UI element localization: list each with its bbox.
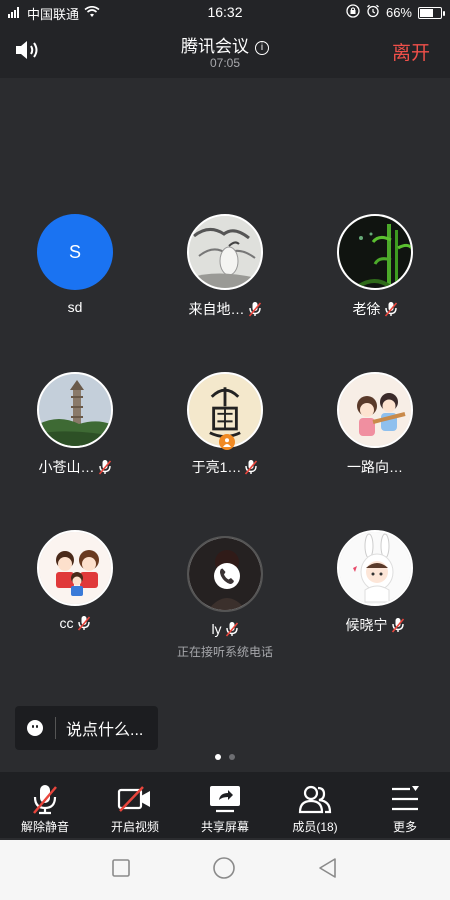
members-button[interactable]: 成员(18) (270, 772, 360, 838)
page-indicator (0, 754, 450, 760)
participant-name-row: 一路向… (300, 457, 450, 477)
mic-muted-icon (384, 301, 398, 317)
battery-icon (418, 6, 445, 19)
participant-tile[interactable]: cc (0, 530, 150, 631)
system-nav-bar (0, 840, 450, 900)
recent-apps-button[interactable] (111, 858, 131, 883)
meeting-title[interactable]: 腾讯会议 i (0, 32, 450, 57)
back-button[interactable] (317, 857, 339, 884)
participant-name: 小苍山… (38, 459, 95, 475)
meeting-screen: 中国联通 16:32 66% 腾讯会议 i 07:05 离开 S sd 来自地…… (0, 0, 450, 900)
more-label: 更多 (392, 820, 417, 834)
meeting-header: 腾讯会议 i 07:05 离开 (0, 24, 450, 78)
mic-muted-icon (77, 615, 91, 631)
chat-placeholder: 说点什么... (66, 722, 144, 739)
participant-name-row: 于亮1… (150, 457, 300, 477)
participant-tile[interactable]: S sd (0, 214, 150, 315)
host-badge-icon (219, 434, 235, 450)
meeting-toolbar: 解除静音 开启视频 共享屏幕 成员(18) 更多 (0, 772, 450, 838)
avatar-initial: S (68, 241, 81, 262)
page-dot-active[interactable] (215, 754, 221, 760)
rotation-lock-icon (346, 4, 360, 21)
avatar: S (37, 214, 113, 290)
mic-muted-icon (244, 459, 258, 475)
mic-muted-icon (248, 301, 262, 317)
participant-tile[interactable]: ly 正在接听系统电话 (150, 536, 300, 660)
battery-percent: 66% (385, 5, 412, 20)
share-screen-icon (208, 782, 242, 816)
participant-name: 候晓宁 (345, 617, 388, 633)
avatar (37, 530, 113, 606)
participant-name-row: 来自地… (150, 299, 300, 319)
meeting-title-text: 腾讯会议 (181, 37, 249, 56)
avatar (337, 214, 413, 290)
participant-name: sd (67, 299, 83, 315)
avatar (187, 214, 263, 290)
participant-name-row: 老徐 (300, 299, 450, 319)
participant-name-row: cc (0, 615, 150, 631)
info-icon[interactable]: i (255, 41, 269, 55)
unmute-label: 解除静音 (20, 820, 69, 834)
more-menu-icon (390, 782, 420, 816)
participant-tile[interactable]: 于亮1… (150, 372, 300, 477)
participant-tile[interactable]: 老徐 (300, 214, 450, 319)
emoji-icon[interactable] (27, 720, 43, 736)
participant-name: 一路向… (347, 459, 403, 475)
participant-name: 来自地… (188, 301, 245, 317)
battery-fill (420, 8, 433, 17)
participant-tile[interactable]: 候晓宁 (300, 530, 450, 635)
participant-name: 于亮1… (191, 459, 242, 475)
participant-name-row: 候晓宁 (300, 615, 450, 635)
chat-input-box[interactable]: 说点什么... (15, 706, 158, 750)
start-video-label: 开启视频 (110, 820, 159, 834)
meeting-timer: 07:05 (209, 56, 241, 70)
start-video-button[interactable]: 开启视频 (90, 772, 180, 838)
chat-divider (55, 717, 56, 739)
participant-name-row: 小苍山… (0, 457, 150, 477)
home-button[interactable] (212, 856, 236, 885)
mic-muted-large-icon (30, 782, 60, 816)
leave-button[interactable]: 离开 (392, 38, 430, 65)
members-label: 成员(18) (292, 820, 338, 834)
participant-status-note: 正在接听系统电话 (176, 645, 273, 659)
video-off-icon (117, 782, 153, 816)
participant-name-row: ly (150, 621, 300, 637)
status-bar: 中国联通 16:32 66% (0, 0, 450, 24)
participant-tile[interactable]: 来自地… (150, 214, 300, 319)
mic-muted-icon (391, 617, 405, 633)
participant-name: ly (211, 621, 222, 637)
share-screen-button[interactable]: 共享屏幕 (180, 772, 270, 838)
participant-tile[interactable]: 一路向… (300, 372, 450, 477)
share-screen-label: 共享屏幕 (200, 820, 249, 834)
mic-muted-icon (225, 621, 239, 637)
status-right: 66% (346, 4, 445, 21)
avatar (37, 372, 113, 448)
participant-name-row: sd (0, 299, 150, 315)
more-button[interactable]: 更多 (360, 772, 450, 838)
participant-name: 老徐 (352, 301, 381, 317)
alarm-icon (366, 4, 380, 21)
unmute-button[interactable]: 解除静音 (0, 772, 90, 838)
avatar (337, 530, 413, 606)
participant-name: cc (59, 615, 74, 631)
avatar (337, 372, 413, 448)
avatar (187, 372, 263, 450)
mic-muted-icon (98, 459, 112, 475)
avatar (187, 536, 263, 612)
page-dot[interactable] (229, 754, 235, 760)
members-icon (297, 782, 333, 816)
participant-tile[interactable]: 小苍山… (0, 372, 150, 477)
